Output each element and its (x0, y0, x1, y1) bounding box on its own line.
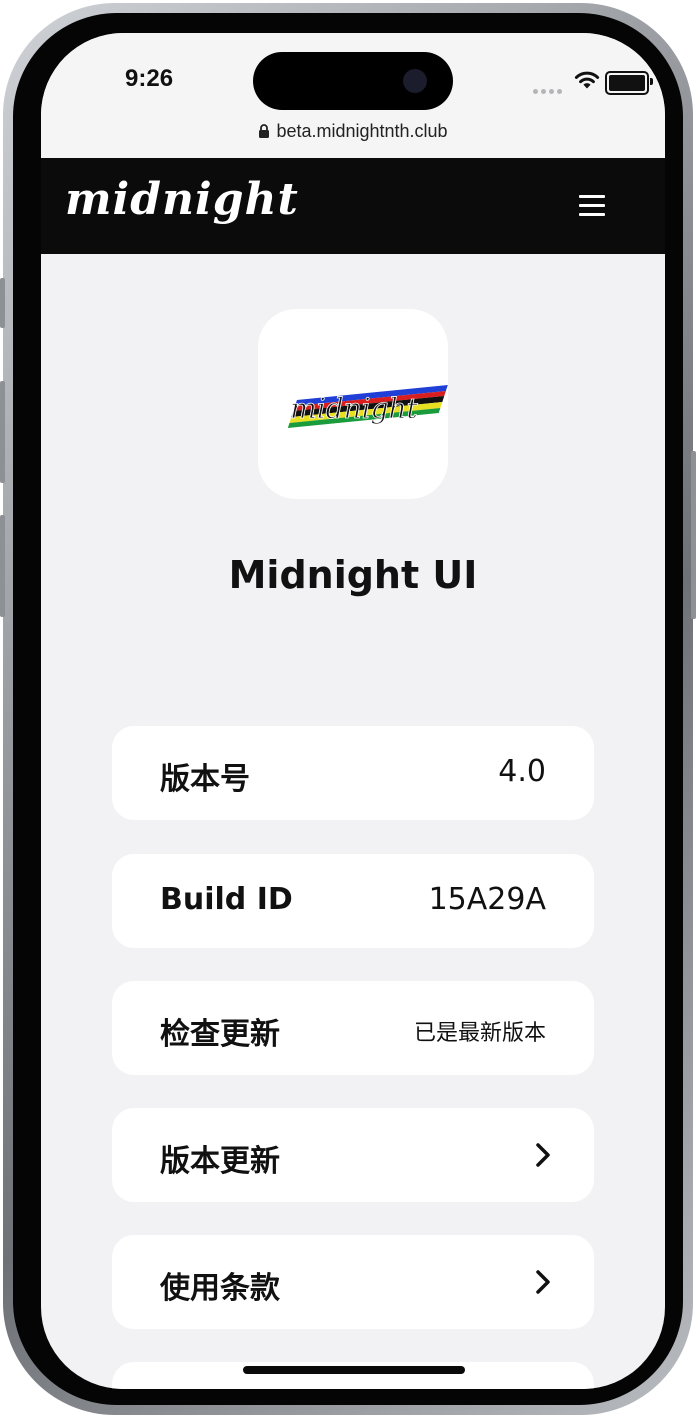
app-logo: midnight (287, 385, 448, 428)
site-header: midnight (41, 158, 665, 254)
row-label: 使用条款 (160, 1271, 280, 1306)
signal-dots-icon (533, 79, 565, 98)
phone-frame: 9:26 beta.midnightnth.club midnight midn… (0, 3, 696, 1415)
camera-icon (403, 69, 427, 93)
row-version: 版本号 4.0 (112, 726, 594, 820)
row-value: 已是最新版本 (413, 1021, 546, 1046)
row-check-update[interactable]: 检查更新 已是最新版本 (112, 981, 594, 1075)
home-indicator[interactable] (243, 1366, 465, 1374)
address-bar[interactable]: beta.midnightnth.club (41, 121, 665, 142)
app-logo-text: midnight (290, 392, 418, 425)
status-bar: 9:26 beta.midnightnth.club (41, 33, 665, 163)
row-build-id: Build ID 15A29A (112, 854, 594, 948)
chevron-right-icon (536, 1270, 550, 1294)
row-label: Build ID (160, 882, 293, 917)
lock-icon (259, 124, 270, 138)
app-name: Midnight UI (228, 553, 478, 597)
row-terms[interactable]: 使用条款 (112, 1235, 594, 1329)
dynamic-island (253, 52, 453, 110)
row-value: 4.0 (498, 754, 546, 789)
action-button (0, 278, 5, 328)
volume-up-button (0, 381, 5, 483)
volume-down-button (0, 515, 5, 617)
status-time: 9:26 (125, 65, 174, 92)
url-text: beta.midnightnth.club (276, 121, 448, 141)
power-button (691, 451, 696, 619)
brand-logo-text[interactable]: midnight (65, 174, 299, 225)
chevron-right-icon (536, 1143, 550, 1167)
screen: 9:26 beta.midnightnth.club midnight midn… (41, 33, 665, 1389)
row-label: 检查更新 (160, 1017, 280, 1052)
row-label: 版本号 (160, 762, 250, 797)
hamburger-menu-icon[interactable] (579, 193, 607, 217)
battery-icon (605, 71, 653, 95)
row-value: 15A29A (428, 882, 546, 917)
row-label: 版本更新 (160, 1144, 280, 1179)
row-release-notes[interactable]: 版本更新 (112, 1108, 594, 1202)
app-logo-card: midnight (258, 309, 448, 499)
wifi-icon (574, 71, 600, 89)
